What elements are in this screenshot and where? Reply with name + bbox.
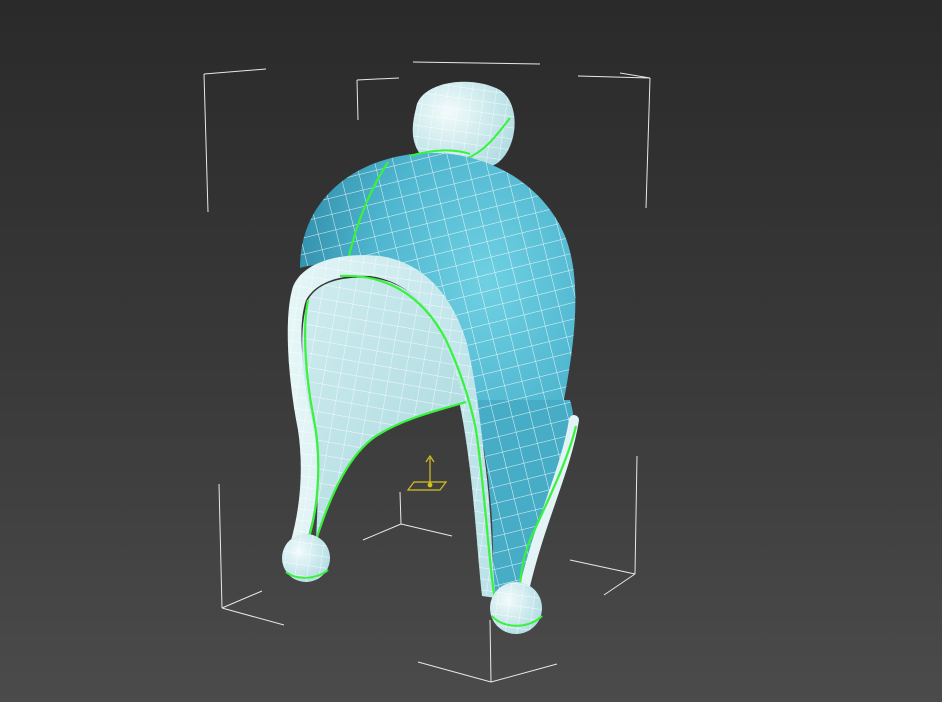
viewport-canvas[interactable]: [0, 0, 942, 702]
right-pom-pom[interactable]: [490, 582, 543, 634]
pivot-gizmo-icon[interactable]: [406, 454, 448, 491]
left-pom-pom[interactable]: [282, 534, 330, 582]
3d-viewport[interactable]: [0, 0, 942, 702]
